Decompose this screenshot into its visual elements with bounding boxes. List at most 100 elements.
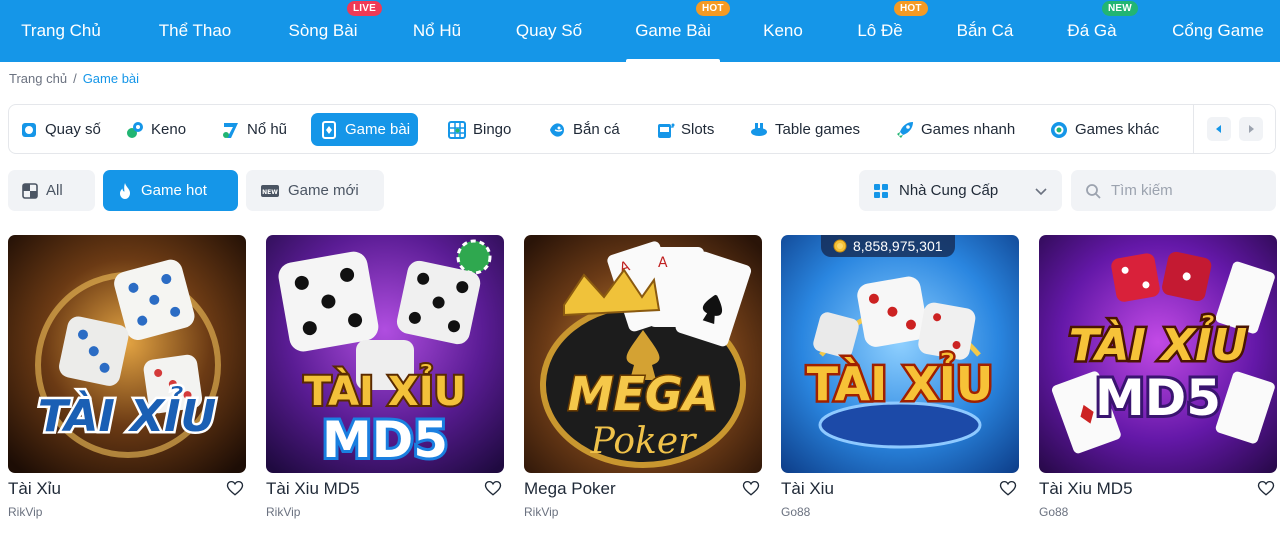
- filter-game-moi-button[interactable]: NEW Game mới: [246, 170, 384, 211]
- grid-all-icon: [22, 182, 38, 199]
- category-label: Bắn cá: [573, 121, 620, 138]
- category-label: Keno: [151, 121, 187, 138]
- game-provider: Go88: [1039, 505, 1069, 519]
- lottery-icon: [19, 120, 39, 140]
- game-thumbnail[interactable]: TÀI XỈU MD5: [1039, 235, 1277, 473]
- category-scroll-controls: [1193, 105, 1275, 153]
- arrow-left-icon: [1215, 125, 1221, 133]
- fish-icon: [547, 120, 567, 140]
- category-label: Table games: [775, 121, 861, 138]
- category-label: Slots: [681, 121, 715, 138]
- category-label: Games nhanh: [921, 121, 1016, 138]
- provider-dropdown[interactable]: Nhà Cung Cấp: [859, 170, 1062, 211]
- game-card[interactable]: TÀI XỈU MD5 Tài Xiu MD5 Go88: [1039, 235, 1277, 519]
- art-title: MEGA: [568, 367, 719, 421]
- category-bingo[interactable]: Bingo: [439, 113, 519, 146]
- game-title[interactable]: Tài Xiu: [781, 479, 834, 499]
- nav-label: Bắn Cá: [956, 21, 1014, 40]
- game-thumbnail[interactable]: TÀI XỈU 8,858,975,301: [781, 235, 1019, 473]
- filter-label: Game hot: [141, 182, 207, 199]
- nav-label: Sòng Bài: [288, 21, 358, 40]
- game-title[interactable]: Tài Xỉu: [8, 479, 61, 499]
- filter-game-hot-button[interactable]: Game hot: [103, 170, 238, 211]
- favorite-heart-icon[interactable]: [1257, 479, 1275, 497]
- filter-all-button[interactable]: All: [8, 170, 95, 211]
- game-card[interactable]: A A MEGA Poker Mega Poker RikVip: [524, 235, 762, 519]
- game-title[interactable]: Tài Xiu MD5: [266, 479, 360, 499]
- nav-item-keno[interactable]: Keno: [748, 0, 818, 62]
- game-title[interactable]: Tài Xiu MD5: [1039, 479, 1133, 499]
- art-title: TÀI XỈU: [304, 362, 466, 415]
- scroll-right-button[interactable]: [1238, 117, 1263, 141]
- search-box: [1071, 170, 1276, 211]
- favorite-heart-icon[interactable]: [742, 479, 760, 497]
- nav-item-quay-so[interactable]: Quay Số: [500, 0, 598, 62]
- svg-text:A: A: [658, 255, 668, 271]
- game-provider: RikVip: [266, 505, 301, 519]
- game-thumbnail[interactable]: TÀI XỈU MD5: [266, 235, 504, 473]
- card-game-icon: [319, 120, 339, 140]
- arrow-right-icon: [1248, 125, 1254, 133]
- filter-label: Game mới: [288, 182, 359, 199]
- slot-seven-icon: [221, 120, 241, 140]
- game-card[interactable]: TÀI XỈU Tài Xỉu RikVip: [8, 235, 246, 519]
- nav-item-lo-de[interactable]: Lô Đề HOT: [842, 0, 928, 62]
- category-label: Games khác: [1075, 121, 1160, 138]
- nav-label: Thể Thao: [158, 21, 232, 40]
- art-subtitle: Poker: [590, 421, 698, 462]
- search-input[interactable]: [1111, 182, 1261, 199]
- favorite-heart-icon[interactable]: [484, 479, 502, 497]
- category-quay-so[interactable]: Quay số: [11, 113, 109, 146]
- category-table-games[interactable]: Table games: [741, 113, 868, 146]
- category-game-bai[interactable]: Game bài: [311, 113, 419, 146]
- top-navigation: Trang Chủ Thể Thao Sòng Bài LIVE Nổ Hũ Q…: [0, 0, 1280, 62]
- category-label: Game bài: [345, 121, 411, 138]
- game-provider: RikVip: [8, 505, 43, 519]
- nav-label: Lô Đề: [857, 21, 903, 40]
- provider-label: Nhà Cung Cấp: [899, 182, 999, 199]
- game-thumbnail[interactable]: A A MEGA Poker: [524, 235, 762, 473]
- table-game-icon: [749, 120, 769, 140]
- category-no-hu[interactable]: Nổ hũ: [213, 113, 295, 146]
- category-ban-ca[interactable]: Bắn cá: [539, 113, 628, 146]
- nav-label: Trang Chủ: [21, 21, 101, 40]
- favorite-heart-icon[interactable]: [226, 479, 244, 497]
- bingo-icon: [447, 120, 467, 140]
- nav-item-cong-game[interactable]: Cổng Game: [1160, 0, 1276, 62]
- chevron-down-icon: [1035, 187, 1047, 195]
- breadcrumb-current: Game bài: [82, 71, 140, 86]
- nav-label: Nổ Hũ: [412, 21, 462, 40]
- breadcrumb-home[interactable]: Trang chủ: [9, 71, 67, 86]
- game-title[interactable]: Mega Poker: [524, 479, 616, 499]
- rocket-icon: [895, 120, 915, 140]
- favorite-heart-icon[interactable]: [999, 479, 1017, 497]
- category-label: Bingo: [473, 121, 512, 138]
- category-games-nhanh[interactable]: Games nhanh: [887, 113, 1023, 146]
- category-keno[interactable]: Keno: [117, 113, 194, 146]
- game-card[interactable]: TÀI XỈU 8,858,975,301 Tài Xiu Go88: [781, 235, 1019, 519]
- new-tag-icon: NEW: [261, 184, 279, 197]
- coin-icon: [833, 239, 847, 253]
- nav-item-no-hu[interactable]: Nổ Hũ: [396, 0, 478, 62]
- game-card[interactable]: TÀI XỈU MD5 Tài Xiu MD5 RikVip: [266, 235, 504, 519]
- search-icon: [1086, 183, 1101, 199]
- nav-item-game-bai[interactable]: Game Bài HOT: [626, 0, 730, 62]
- game-provider: RikVip: [524, 505, 559, 519]
- nav-item-da-ga[interactable]: Đá Gà NEW: [1054, 0, 1138, 62]
- new-badge: NEW: [1102, 1, 1138, 16]
- flame-icon: [120, 182, 130, 199]
- nav-item-the-thao[interactable]: Thể Thao: [140, 0, 250, 62]
- live-badge: LIVE: [347, 1, 383, 16]
- breadcrumb: Trang chủ / Game bài: [9, 71, 139, 86]
- nav-item-ban-ca[interactable]: Bắn Cá: [942, 0, 1028, 62]
- nav-label: Game Bài: [635, 21, 711, 40]
- game-thumbnail[interactable]: TÀI XỈU: [8, 235, 246, 473]
- nav-item-trang-chu[interactable]: Trang Chủ: [0, 0, 122, 62]
- game-provider: Go88: [781, 505, 811, 519]
- category-slots[interactable]: Slots: [647, 113, 722, 146]
- nav-item-song-bai[interactable]: Sòng Bài LIVE: [270, 0, 383, 62]
- scroll-left-button[interactable]: [1206, 117, 1231, 141]
- category-games-khac[interactable]: Games khác: [1041, 113, 1167, 146]
- breadcrumb-separator: /: [73, 71, 77, 86]
- svg-text:NEW: NEW: [262, 189, 278, 196]
